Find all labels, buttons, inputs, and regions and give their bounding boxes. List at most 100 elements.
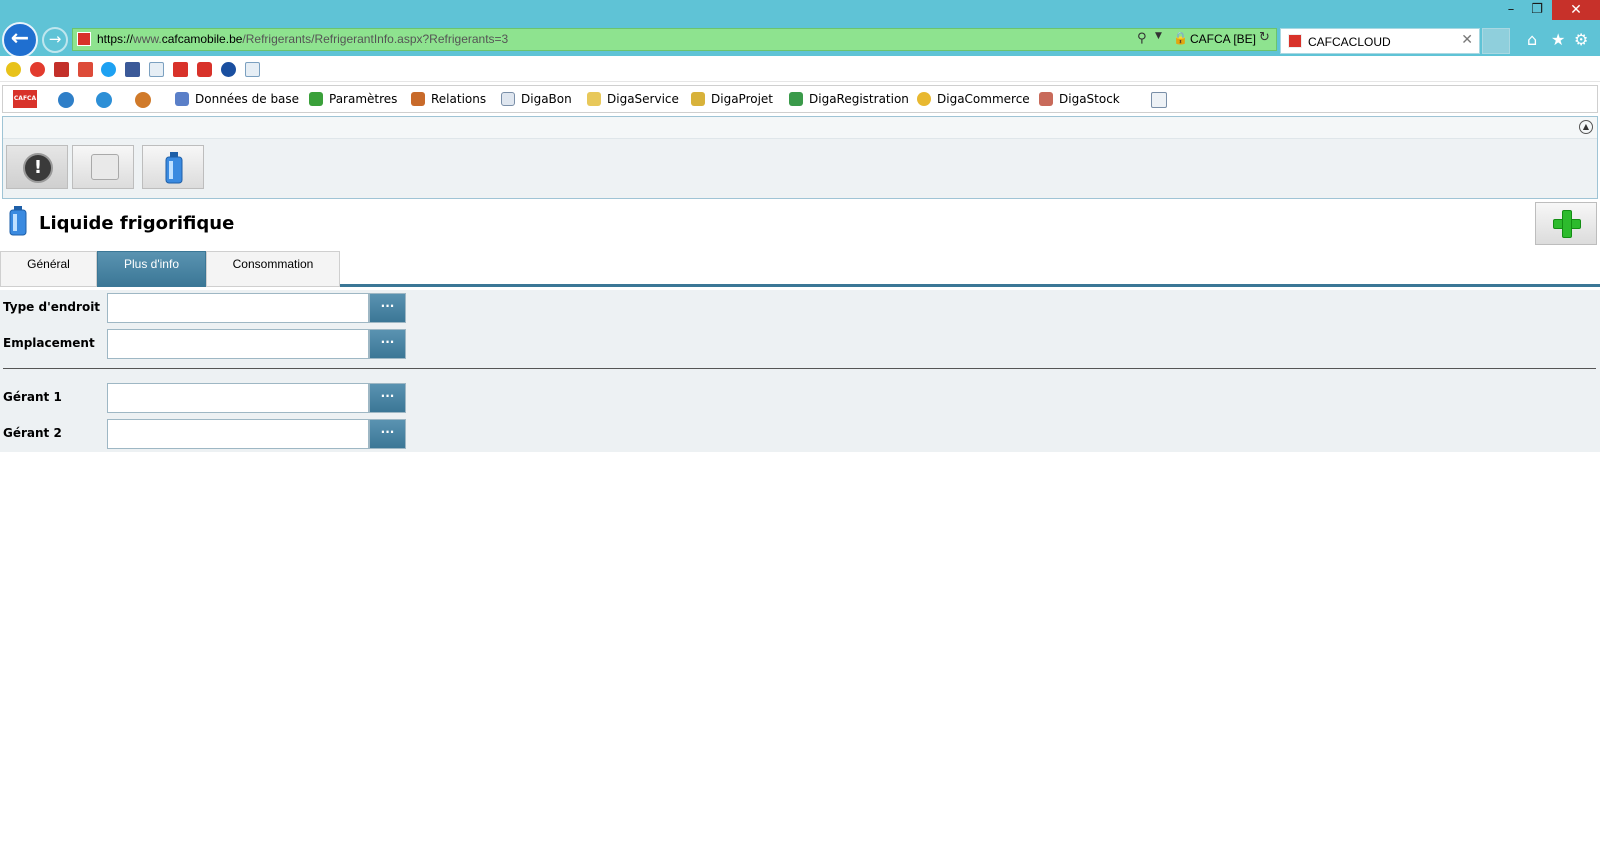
facebook-icon[interactable] (125, 62, 140, 77)
tab-favicon-icon (1288, 34, 1302, 48)
menu-label: Relations (431, 92, 487, 106)
menu-label: DigaBon (521, 92, 572, 106)
c-favorite-icon[interactable] (197, 62, 212, 77)
googleplus-icon[interactable] (78, 62, 93, 77)
menu-digabon[interactable]: DigaBon (501, 92, 572, 106)
cafca-favorite-icon[interactable] (173, 62, 188, 77)
close-window-button[interactable]: ✕ (1552, 0, 1600, 20)
document-icon (501, 92, 515, 106)
browser-titlebar: – ❐ ✕ ← → https://www.cafcamobile.be/Ref… (0, 0, 1600, 58)
refresh-icon[interactable]: ↻ (1259, 30, 1270, 45)
close-icon[interactable]: ✕ (1461, 32, 1473, 48)
user-icon[interactable] (135, 92, 151, 108)
tab-strip: Général Plus d'info Consommation (0, 251, 1600, 287)
menu-parametres[interactable]: Paramètres (309, 92, 397, 106)
tab-plus-info[interactable]: Plus d'info (97, 251, 206, 287)
search-icon[interactable]: ⚲ (1137, 31, 1153, 47)
favorite-app-icon[interactable] (54, 62, 69, 77)
coin-icon (917, 92, 931, 106)
menu-label: DigaProjet (711, 92, 774, 106)
new-tab-button[interactable] (1482, 28, 1510, 54)
emplacement-lookup-button[interactable]: ··· (369, 329, 406, 359)
ie-page-icon[interactable] (149, 62, 164, 77)
gerant-2-label: Gérant 2 (3, 426, 62, 440)
url-text[interactable]: https://www.cafcamobile.be/Refrigerants/… (97, 32, 508, 46)
database-icon (175, 92, 189, 106)
favorite-e-icon[interactable] (30, 62, 45, 77)
site-identity[interactable]: CAFCA [BE] (1190, 32, 1256, 46)
people-icon (411, 92, 425, 106)
form-row-gerant-2: Gérant 2 ··· (0, 418, 420, 450)
favorites-star-icon[interactable] (6, 62, 21, 77)
type-endroit-lookup-button[interactable]: ··· (369, 293, 406, 323)
checklist-icon (789, 92, 803, 106)
world-icon[interactable] (58, 92, 74, 108)
folder-icon (587, 92, 601, 106)
equipment-button[interactable] (72, 145, 134, 189)
plus-icon (1553, 210, 1581, 238)
refrigerant-button[interactable] (142, 145, 204, 189)
url-path: /Refrigerants/RefrigerantInfo.aspx?Refri… (242, 32, 509, 46)
emplacement-label: Emplacement (3, 336, 95, 350)
panel-header: ▲ (3, 117, 1597, 139)
sync-icon[interactable] (96, 92, 112, 108)
gear-icon[interactable]: ⚙ (1574, 30, 1588, 49)
gerant-1-lookup-button[interactable]: ··· (369, 383, 406, 413)
url-prefix: www. (133, 32, 162, 46)
alerts-button[interactable]: ! (6, 145, 68, 189)
menu-label: DigaService (607, 92, 679, 106)
chevron-down-icon[interactable]: ▼ (1155, 31, 1167, 41)
url-host: cafcamobile.be (161, 32, 243, 46)
collapse-icon[interactable]: ▲ (1579, 120, 1593, 134)
minimize-button[interactable]: – (1498, 0, 1524, 20)
menu-label: DigaRegistration (809, 92, 909, 106)
menu-relations[interactable]: Relations (411, 92, 486, 106)
maximize-button[interactable]: ❐ (1524, 0, 1550, 20)
twitter-icon[interactable] (101, 62, 116, 77)
menu-digastock[interactable]: DigaStock (1039, 92, 1120, 106)
gerant-1-input[interactable] (107, 383, 369, 413)
cafca-logo[interactable]: CAFCA (13, 90, 37, 108)
browser-tab[interactable]: CAFCACLOUD ✕ (1280, 28, 1480, 54)
address-bar[interactable]: https://www.cafcamobile.be/Refrigerants/… (72, 28, 1277, 51)
tab-consommation[interactable]: Consommation (206, 251, 340, 287)
favorites-bar (0, 56, 1600, 82)
tab-general[interactable]: Général (0, 251, 97, 287)
emplacement-input[interactable] (107, 329, 369, 359)
form-row-emplacement: Emplacement ··· (0, 328, 420, 360)
type-endroit-label: Type d'endroit (3, 300, 101, 314)
gerant-2-lookup-button[interactable]: ··· (369, 419, 406, 449)
type-endroit-input[interactable] (107, 293, 369, 323)
add-button[interactable] (1535, 202, 1597, 245)
gerant-2-input[interactable] (107, 419, 369, 449)
calendar-icon[interactable] (1151, 92, 1167, 108)
menu-digaregistration[interactable]: DigaRegistration (789, 92, 909, 106)
menu-digaprojet[interactable]: DigaProjet (691, 92, 773, 106)
home-icon[interactable]: ⌂ (1527, 30, 1537, 49)
alert-icon: ! (23, 153, 53, 183)
menu-label: Paramètres (329, 92, 398, 106)
info-form: Type d'endroit ··· Emplacement ··· Géran… (0, 290, 1600, 452)
project-icon (691, 92, 705, 106)
form-divider (3, 368, 1596, 369)
lock-icon[interactable]: 🔒 (1173, 31, 1188, 45)
bottle-icon (165, 152, 183, 184)
gerant-1-label: Gérant 1 (3, 390, 62, 404)
menu-label: DigaStock (1059, 92, 1120, 106)
form-row-type-endroit: Type d'endroit ··· (0, 292, 420, 324)
star-icon[interactable]: ★ (1551, 30, 1565, 49)
menu-donnees-de-base[interactable]: Données de base (175, 92, 299, 106)
globe-icon[interactable] (221, 62, 236, 77)
url-scheme: https:// (97, 32, 134, 46)
menu-digacommerce[interactable]: DigaCommerce (917, 92, 1030, 106)
ie-page-icon-2[interactable] (245, 62, 260, 77)
menu-label: DigaCommerce (937, 92, 1030, 106)
settings-icon (309, 92, 323, 106)
cube-icon (91, 154, 119, 180)
menu-label: Données de base (195, 92, 300, 106)
menu-digaservice[interactable]: DigaService (587, 92, 679, 106)
form-row-gerant-1: Gérant 1 ··· (0, 382, 420, 414)
page-title: Liquide frigorifique (39, 213, 235, 234)
forward-icon[interactable]: → (42, 27, 68, 53)
back-icon[interactable]: ← (2, 22, 38, 58)
